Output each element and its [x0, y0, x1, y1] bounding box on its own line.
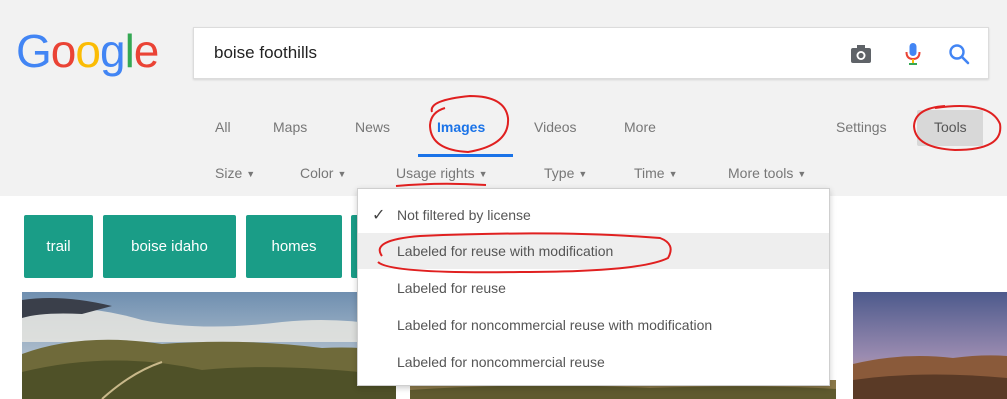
time-filter-label: Time	[634, 165, 665, 181]
logo-letter: o	[50, 25, 77, 77]
menu-item-label: Labeled for reuse with modification	[397, 243, 614, 259]
microphone-icon[interactable]	[900, 41, 926, 67]
landscape-image	[22, 292, 396, 399]
camera-icon[interactable]	[848, 41, 874, 67]
menu-item-reuse-with-modification[interactable]: Labeled for reuse with modification	[358, 233, 829, 269]
menu-item-label: Labeled for noncommercial reuse	[397, 354, 605, 370]
logo-letter: g	[99, 25, 126, 77]
type-filter-label: Type	[544, 165, 575, 181]
image-result[interactable]	[22, 292, 396, 399]
chevron-down-icon: ▼	[337, 169, 347, 179]
size-filter-label: Size	[215, 165, 243, 181]
tab-more[interactable]: More	[624, 119, 656, 135]
more-tools-filter-label: More tools	[728, 165, 794, 181]
settings-link[interactable]: Settings	[836, 119, 887, 135]
search-box[interactable]: boise foothills	[193, 27, 989, 79]
search-input[interactable]: boise foothills	[214, 43, 317, 63]
chevron-down-icon: ▼	[478, 169, 488, 179]
usage-rights-filter-label: Usage rights	[396, 165, 475, 181]
usage-rights-menu: ✓ Not filtered by license Labeled for re…	[357, 188, 830, 386]
google-logo[interactable]: Google	[16, 24, 160, 78]
menu-item-label: Not filtered by license	[397, 207, 531, 223]
active-tab-indicator	[418, 154, 513, 157]
image-result[interactable]	[853, 292, 1007, 399]
size-filter[interactable]: Size ▼	[215, 165, 255, 181]
chevron-down-icon: ▼	[668, 169, 678, 179]
usage-rights-filter[interactable]: Usage rights ▼	[396, 165, 488, 181]
tools-button-label[interactable]: Tools	[934, 119, 967, 135]
type-filter[interactable]: Type ▼	[544, 165, 587, 181]
logo-letter: e	[133, 25, 160, 77]
logo-letter: G	[16, 25, 52, 77]
menu-item-noncommercial-reuse[interactable]: Labeled for noncommercial reuse	[358, 344, 829, 380]
time-filter[interactable]: Time ▼	[634, 165, 678, 181]
logo-letter: l	[124, 25, 135, 77]
tab-all[interactable]: All	[215, 119, 231, 135]
menu-item-reuse[interactable]: Labeled for reuse	[358, 270, 829, 306]
tab-news[interactable]: News	[355, 119, 390, 135]
menu-item-not-filtered[interactable]: ✓ Not filtered by license	[358, 197, 829, 233]
tab-maps[interactable]: Maps	[273, 119, 307, 135]
landscape-image	[853, 292, 1007, 399]
menu-item-label: Labeled for noncommercial reuse with mod…	[397, 317, 713, 333]
menu-item-noncommercial-reuse-with-modification[interactable]: Labeled for noncommercial reuse with mod…	[358, 307, 829, 343]
chevron-down-icon: ▼	[797, 169, 807, 179]
logo-letter: o	[75, 25, 101, 77]
related-chip-homes[interactable]: homes	[246, 215, 342, 278]
related-chip-boise-idaho[interactable]: boise idaho	[103, 215, 236, 278]
chevron-down-icon: ▼	[578, 169, 588, 179]
color-filter-label: Color	[300, 165, 334, 181]
tab-videos[interactable]: Videos	[534, 119, 577, 135]
tab-images[interactable]: Images	[437, 119, 485, 135]
more-tools-filter[interactable]: More tools ▼	[728, 165, 806, 181]
checkmark-icon: ✓	[372, 207, 386, 224]
search-icon[interactable]	[946, 41, 972, 67]
chevron-down-icon: ▼	[246, 169, 256, 179]
related-chip-trail[interactable]: trail	[24, 215, 93, 278]
color-filter[interactable]: Color ▼	[300, 165, 346, 181]
menu-item-label: Labeled for reuse	[397, 280, 506, 296]
